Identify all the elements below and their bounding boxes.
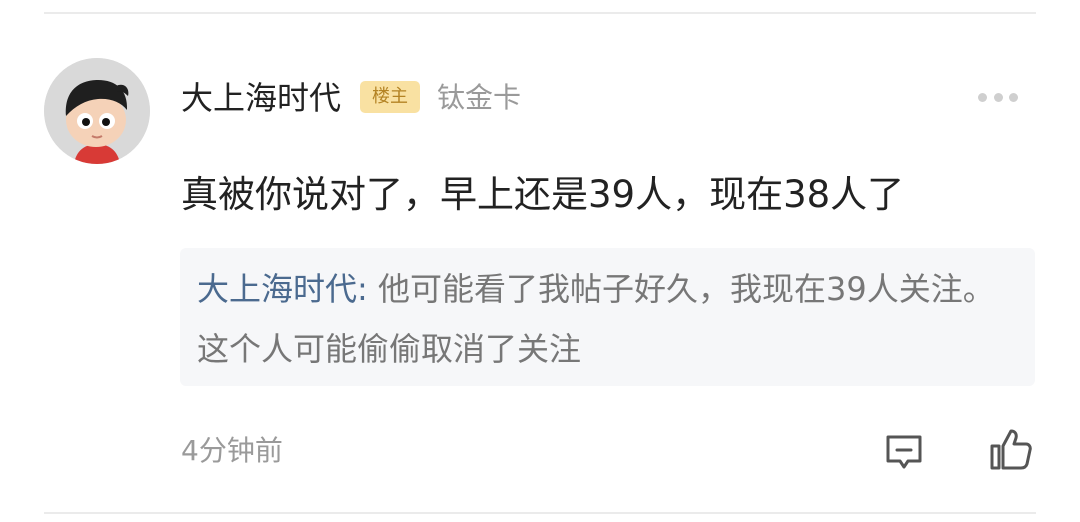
comment-text: 真被你说对了，早上还是39人，现在38人了: [181, 173, 905, 216]
bottom-divider: [44, 512, 1036, 514]
quoted-text-line1: 他可能看了我帖子好久，我现在39人关注。: [377, 270, 995, 308]
quoted-author-name[interactable]: 大上海时代:: [197, 270, 378, 308]
avatar-cartoon-image: [44, 58, 150, 164]
quoted-text-line2: 这个人可能偷偷取消了关注: [197, 330, 582, 368]
reply-comment-icon[interactable]: [884, 432, 924, 472]
quoted-comment[interactable]: 大上海时代: 他可能看了我帖子好久，我现在39人关注。 这个人可能偷偷取消了关注: [180, 248, 1035, 386]
thumbs-up-icon[interactable]: [989, 427, 1033, 471]
more-dot-icon: [1009, 92, 1018, 102]
author-name[interactable]: 大上海时代: [181, 78, 341, 118]
op-badge: 楼主: [360, 81, 420, 113]
timestamp: 4分钟前: [181, 434, 283, 467]
top-divider: [44, 12, 1036, 14]
quote-separator: :: [357, 270, 378, 308]
quoted-comment-line1: 大上海时代: 他可能看了我帖子好久，我现在39人关注。: [197, 268, 995, 310]
member-level-label: 钛金卡: [437, 81, 522, 114]
avatar[interactable]: [44, 58, 150, 164]
quoted-author-text[interactable]: 大上海时代: [197, 270, 357, 308]
more-options-icon[interactable]: [978, 87, 1018, 107]
more-dot-icon: [993, 92, 1003, 102]
more-dot-icon: [978, 92, 987, 102]
